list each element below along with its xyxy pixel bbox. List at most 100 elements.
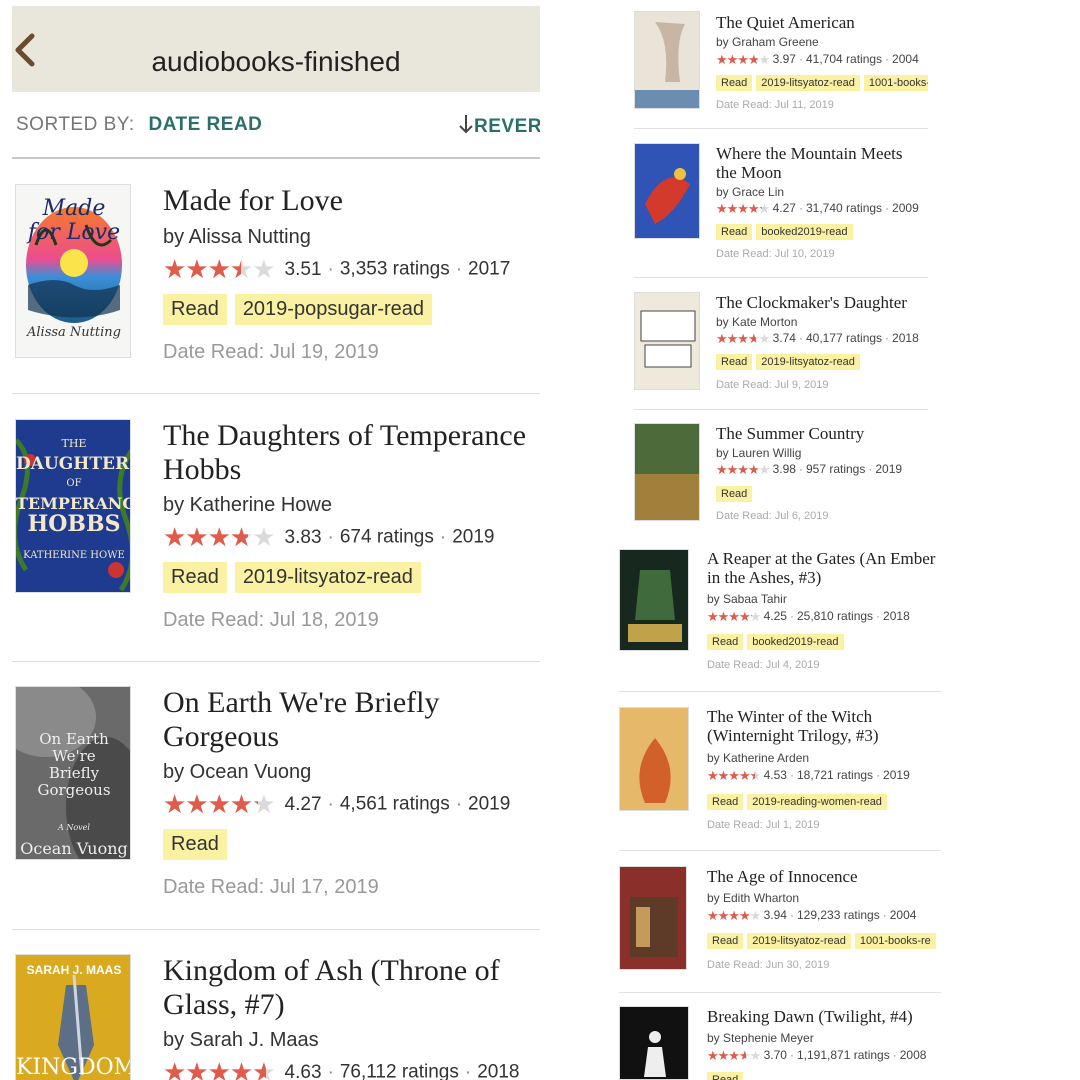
book-title[interactable]: The Daughters of Temperance Hobbs [163,419,533,487]
average-rating: 4.63 [284,1061,322,1080]
book-cover[interactable] [619,866,687,970]
sort-by-button[interactable]: DATE READ [148,114,262,135]
star-rating: ★★★★★★★★★★ [716,201,770,216]
date-read: Date Read: Jul 10, 2019 [716,248,835,260]
list-item[interactable]: Where the Mountain Meets the Moon by Gra… [634,143,930,277]
book-cover[interactable]: On Earth We're Briefly Gorgeous A Novel … [15,686,131,860]
list-item[interactable]: THE DAUGHTERS OF TEMPERANCE HOBBS KATHER… [0,419,540,662]
rating-row: ★★★★★★★★★★4.27·4,561 ratings·2019 [163,789,511,819]
book-title[interactable]: Made for Love [163,184,533,218]
cover-title: KINGDOM [16,1055,131,1080]
ratings-count: 25,810 ratings [796,609,874,624]
date-read: Date Read: Jul 11, 2019 [716,99,834,111]
shelf-tag[interactable]: 1001-books-r [863,75,928,91]
arrow-down-icon [459,115,473,134]
book-author[interactable]: by Stephenie Meyer [707,1031,814,1045]
average-rating: 3.70 [763,1048,787,1063]
book-author[interactable]: by Sabaa Tahir [707,592,787,606]
cover-text: We're [52,747,96,765]
divider [634,128,928,129]
shelf-tag[interactable]: booked2019-read [747,634,844,650]
book-author[interactable]: by Alissa Nutting [163,226,311,249]
book-author[interactable]: by Lauren Willig [716,446,801,460]
book-author[interactable]: by Sarah J. Maas [163,1029,319,1052]
list-item[interactable]: SARAH J. MAAS KINGDOM Kingdom of Ash (Th… [0,954,540,1080]
shelf-tag[interactable]: Read [716,486,753,502]
cover-text: Briefly [48,764,100,782]
shelf-tag[interactable]: Read [163,829,227,860]
shelf-tag[interactable]: Read [707,933,744,949]
shelf-tag[interactable]: Read [707,634,744,650]
shelf-tag[interactable]: 2019-litsyatoz-read [747,933,851,949]
book-cover[interactable] [634,143,700,239]
book-cover[interactable]: THE DAUGHTERS OF TEMPERANCE HOBBS KATHER… [15,419,131,593]
book-cover[interactable] [619,549,689,651]
book-cover[interactable] [634,11,700,109]
page-title: audiobooks-finished [151,46,401,77]
book-cover[interactable] [634,292,700,390]
book-title[interactable]: A Reaper at the Gates (An Ember in the A… [707,549,943,587]
book-cover[interactable]: Made for Love Alissa Nutting [15,184,131,358]
book-title[interactable]: On Earth We're Briefly Gorgeous [163,686,533,754]
cover-author: Alissa Nutting [27,325,121,340]
list-item[interactable]: A Reaper at the Gates (An Ember in the A… [619,549,945,691]
book-title[interactable]: The Clockmaker's Daughter [716,293,926,312]
shelf-tag[interactable]: booked2019-read [756,224,853,240]
ratings-count: 41,704 ratings [805,52,883,67]
shelf-tag[interactable]: Read [716,75,753,91]
book-author[interactable]: by Graham Greene [716,35,819,49]
book-title[interactable]: Breaking Dawn (Twilight, #4) [707,1007,943,1026]
shelf-list: Read [707,1070,943,1080]
publish-year: 2008 [899,1048,927,1063]
publish-year: 2019 [883,768,910,783]
shelf-tag[interactable]: 1001-books-re [854,933,936,949]
shelf-tag[interactable]: Read [163,562,227,593]
book-cover[interactable] [619,707,689,811]
shelf-tag[interactable]: 2019-litsyatoz-read [756,354,860,370]
shelf-list: Read booked2019-read [707,632,943,650]
list-item[interactable]: The Summer Country by Lauren Willig ★★★★… [634,423,930,541]
cover-text: HOBBS [27,511,121,537]
shelf-tag[interactable]: Read [707,794,744,810]
shelf-tag[interactable]: Read [163,294,227,325]
book-title[interactable]: The Winter of the Witch (Winternight Tri… [707,707,943,745]
book-title[interactable]: Where the Mountain Meets the Moon [716,144,926,182]
book-cover[interactable]: SARAH J. MAAS KINGDOM [15,954,131,1080]
star-rating: ★★★★★★★★★★ [707,1048,761,1063]
shelf-tag[interactable]: Read [716,354,753,370]
ratings-count: 40,177 ratings [805,331,883,346]
book-author[interactable]: by Katherine Howe [163,494,332,517]
book-title[interactable]: Kingdom of Ash (Throne of Glass, #7) [163,954,533,1022]
book-title[interactable]: The Age of Innocence [707,867,943,886]
average-rating: 4.27 [772,201,796,216]
shelf-tag[interactable]: 2019-reading-women-read [747,794,887,810]
shelf-tag[interactable]: 2019-litsyatoz-read [234,562,421,593]
list-item[interactable]: Breaking Dawn (Twilight, #4) by Stepheni… [619,1006,945,1080]
book-author[interactable]: by Grace Lin [716,185,784,199]
reverse-sort-button[interactable]: REVER [458,114,540,138]
shelf-tag[interactable]: Read [716,224,753,240]
shelf-tag[interactable]: 2019-popsugar-read [234,294,433,325]
date-read: Date Read: Jul 4, 2019 [707,659,820,671]
second-list-column: The Quiet American by Graham Greene ★★★★… [600,0,1080,1080]
book-author[interactable]: by Kate Morton [716,315,797,329]
app-header: audiobooks-finished [12,6,540,92]
book-author[interactable]: by Ocean Vuong [163,761,311,784]
list-item[interactable]: The Quiet American by Graham Greene ★★★★… [634,11,930,129]
list-item[interactable]: The Winter of the Witch (Winternight Tri… [619,707,945,843]
shelf-tag[interactable]: 2019-litsyatoz-read [756,75,860,91]
list-item[interactable]: The Age of Innocence by Edith Wharton ★★… [619,866,945,996]
book-author[interactable]: by Katherine Arden [707,751,809,765]
list-item[interactable]: The Clockmaker's Daughter by Kate Morton… [634,292,930,410]
book-cover[interactable] [619,1006,689,1080]
shelf-tag[interactable]: Read [707,1072,744,1080]
book-cover[interactable] [634,423,700,521]
book-title[interactable]: The Quiet American [716,13,926,32]
book-title[interactable]: The Summer Country [716,424,926,443]
list-item[interactable]: On Earth We're Briefly Gorgeous A Novel … [0,686,540,930]
star-rating: ★★★★★★★★★★ [716,52,770,67]
rating-row: ★★★★★ ★★★★★ 4.53 · 18,721 ratings · 2019 [707,768,910,783]
list-item[interactable]: Made for Love Alissa Nutting Made for Lo… [0,184,540,394]
book-author[interactable]: by Edith Wharton [707,891,799,905]
publish-year: 2019 [875,462,903,477]
